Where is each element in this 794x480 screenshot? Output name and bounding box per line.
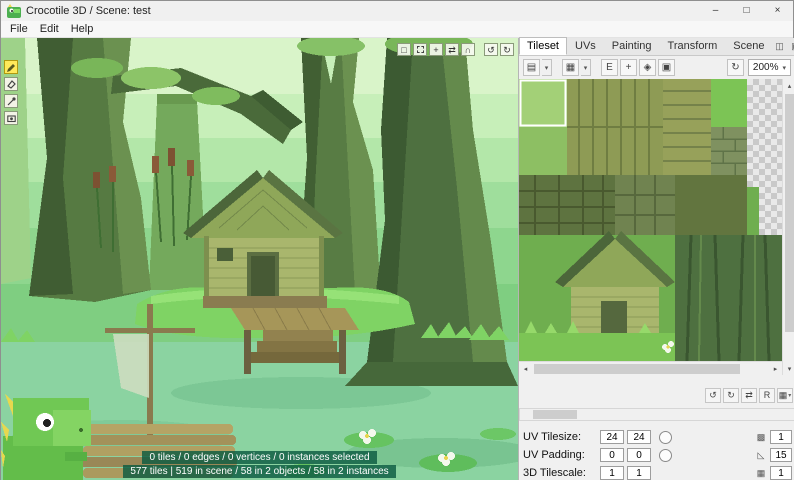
- titlebar: Crocotile 3D / Scene: test – □ ×: [1, 1, 793, 21]
- tile-grid-menu-icon[interactable]: ▦ ▾: [777, 388, 793, 403]
- uv-padding-y-field[interactable]: [627, 448, 651, 462]
- pencil-tool-icon[interactable]: [4, 60, 18, 74]
- uv-tilesize-label: UV Tilesize:: [523, 431, 600, 443]
- tilescale-y-field[interactable]: [627, 466, 651, 480]
- tile-actions-toolbar: ↺ ↻ ⇄ R ▦ ▾: [519, 386, 793, 404]
- tab-tileset[interactable]: Tileset: [519, 37, 567, 55]
- add-tileset-icon[interactable]: +: [620, 59, 637, 76]
- layers-icon[interactable]: ◈: [639, 59, 656, 76]
- uv-padding-x-field[interactable]: [600, 448, 624, 462]
- tab-scene[interactable]: Scene: [725, 37, 772, 55]
- snap-magnet-icon[interactable]: ∩: [461, 43, 475, 56]
- small-grid-icon: ▦: [755, 468, 767, 479]
- tileset-properties: UV Tilesize: ▩ UV Padding: ◺: [519, 426, 794, 480]
- side-panel: Tileset UVs Painting Transform Scene ◫ ▣…: [518, 38, 794, 480]
- angle-value-field[interactable]: [770, 448, 792, 462]
- tilescale-label: 3D Tilescale:: [523, 467, 600, 479]
- minimize-icon[interactable]: –: [700, 1, 731, 21]
- app-window: Crocotile 3D / Scene: test – □ × File Ed…: [0, 0, 794, 480]
- tileset-image-icon[interactable]: ▤: [523, 59, 540, 76]
- tabbar-icons: ◫ ▣: [772, 40, 794, 55]
- edit-tileset-icon[interactable]: E: [601, 59, 618, 76]
- app-icon: [7, 4, 21, 18]
- tileset-horizontal-scrollbar[interactable]: ◂ ▸: [519, 361, 782, 375]
- uv-tilesize-row: UV Tilesize: ▩: [523, 428, 792, 446]
- pan-icon[interactable]: ⇄: [445, 43, 459, 56]
- scene-canvas: [1, 38, 518, 480]
- snap-setting: ▩: [755, 430, 792, 444]
- tile-rotate-ccw-icon[interactable]: ↺: [705, 388, 721, 403]
- tile-flip-icon[interactable]: ⇄: [741, 388, 757, 403]
- marquee-icon[interactable]: [413, 43, 427, 56]
- scroll-up-icon[interactable]: ▴: [783, 79, 794, 92]
- tileset-area: ▴ ▾ ◂ ▸: [519, 79, 794, 375]
- scroll-right-icon[interactable]: ▸: [769, 362, 782, 375]
- maximize-icon[interactable]: □: [731, 1, 762, 21]
- menubar: File Edit Help: [1, 21, 793, 38]
- viewport-3d[interactable]: □ + ⇄ ∩ ↺ ↻ 0 tiles / 0 edges / 0 vertic…: [1, 38, 518, 480]
- tileset-vertical-scrollbar[interactable]: ▴ ▾: [782, 79, 794, 375]
- tab-uvs[interactable]: UVs: [567, 37, 604, 55]
- uv-tilesize-y-field[interactable]: [627, 430, 651, 444]
- viewport-tool-column: [4, 60, 18, 125]
- camera-tool-icon[interactable]: [4, 111, 18, 125]
- panel-split-icon[interactable]: ◫: [772, 40, 786, 53]
- uv-padding-link-icon[interactable]: [659, 449, 672, 462]
- divider-scroll-thumb[interactable]: [533, 410, 577, 419]
- angle-setting: ◺: [755, 448, 792, 462]
- tile-rotate-cw-icon[interactable]: ↻: [723, 388, 739, 403]
- marquee-glyph: [417, 46, 424, 53]
- rotate-ccw-icon[interactable]: ↺: [484, 43, 498, 56]
- grid-glyph: ▦: [779, 390, 788, 401]
- scroll-down-icon[interactable]: ▾: [783, 362, 794, 375]
- uv-padding-label: UV Padding:: [523, 449, 600, 461]
- viewport-toolbar: □ + ⇄ ∩ ↺ ↻: [397, 43, 514, 56]
- tile-grid-icon[interactable]: ▦: [562, 59, 579, 76]
- rotate-cw-icon[interactable]: ↻: [500, 43, 514, 56]
- zoom-value: 200%: [753, 62, 779, 73]
- zoom-dropdown-icon: ▾: [782, 64, 786, 72]
- tileset-image: [519, 79, 782, 361]
- menu-file[interactable]: File: [4, 23, 34, 35]
- tile-grid-dropdown-icon[interactable]: ▾: [581, 59, 591, 76]
- window-title: Crocotile 3D / Scene: test: [26, 5, 151, 17]
- panel-tabbar: Tileset UVs Painting Transform Scene ◫ ▣: [519, 38, 794, 56]
- refresh-icon[interactable]: ↻: [727, 59, 744, 76]
- horizontal-scroll-thumb[interactable]: [534, 364, 740, 374]
- menu-help[interactable]: Help: [65, 23, 100, 35]
- tile-reset-icon[interactable]: R: [759, 388, 775, 403]
- tilescale-x-field[interactable]: [600, 466, 624, 480]
- grid-value-field[interactable]: [770, 466, 792, 480]
- eraser-tool-icon[interactable]: [4, 77, 18, 91]
- duplicate-icon[interactable]: ▣: [658, 59, 675, 76]
- tileset-canvas[interactable]: [519, 79, 782, 361]
- menu-edit[interactable]: Edit: [34, 23, 65, 35]
- zoom-select[interactable]: 200% ▾: [748, 59, 791, 76]
- close-icon[interactable]: ×: [762, 1, 793, 21]
- uv-tilesize-x-field[interactable]: [600, 430, 624, 444]
- tilescale-row: 3D Tilescale: ▦: [523, 464, 792, 480]
- tileset-toolbar: ▤ ▾ ▦ ▾ E + ◈ ▣ ↻ 200% ▾: [519, 56, 794, 79]
- tab-painting[interactable]: Painting: [604, 37, 660, 55]
- panel-pin-icon[interactable]: ▣: [788, 40, 794, 53]
- grid-dropdown-icon: ▾: [788, 392, 791, 399]
- picker-tool-icon[interactable]: [4, 94, 18, 108]
- dotted-grid-icon: ▩: [755, 432, 767, 443]
- window-controls: – □ ×: [700, 1, 793, 21]
- tab-transform[interactable]: Transform: [660, 37, 726, 55]
- panel-divider-scrollbar[interactable]: [519, 408, 794, 421]
- tileset-image-dropdown-icon[interactable]: ▾: [542, 59, 552, 76]
- vertical-scroll-thumb[interactable]: [785, 94, 794, 332]
- uv-padding-row: UV Padding: ◺: [523, 446, 792, 464]
- scroll-left-icon[interactable]: ◂: [519, 362, 532, 375]
- move-icon[interactable]: +: [429, 43, 443, 56]
- angle-triangle-icon: ◺: [755, 450, 767, 461]
- snap-value-field[interactable]: [770, 430, 792, 444]
- uv-tilesize-link-icon[interactable]: [659, 431, 672, 444]
- grid-setting: ▦: [755, 466, 792, 480]
- toolbar-gap: [477, 43, 482, 56]
- select-box-icon[interactable]: □: [397, 43, 411, 56]
